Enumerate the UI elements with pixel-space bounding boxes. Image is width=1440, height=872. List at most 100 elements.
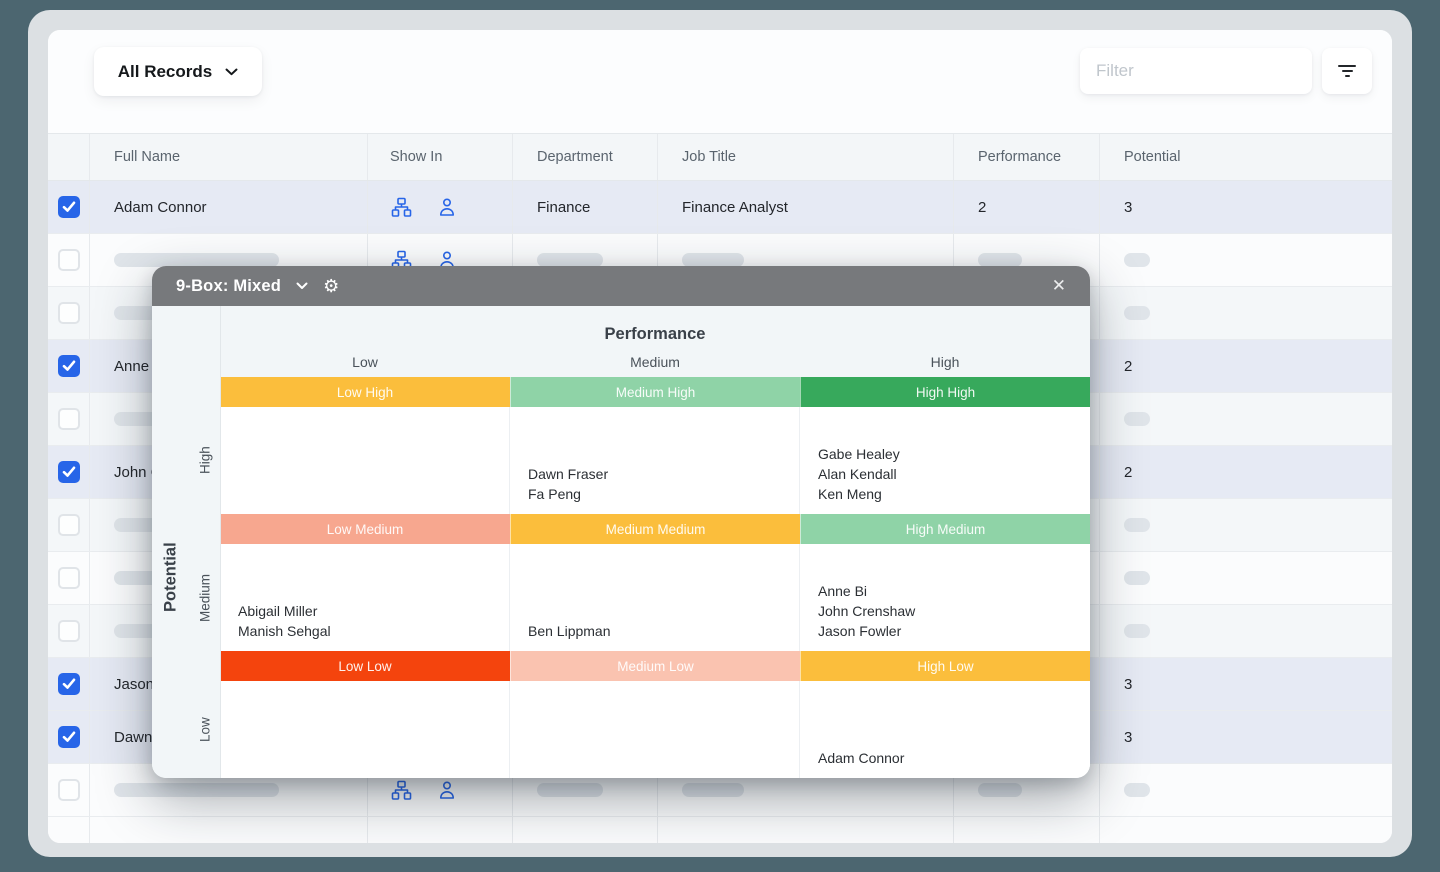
ninebox-body: Performance Low Medium High Potential Hi… bbox=[152, 306, 1090, 778]
y-axis-label-high: High bbox=[190, 407, 220, 514]
ninebox-band: Medium Medium bbox=[510, 514, 800, 544]
skeleton-bar bbox=[1124, 253, 1150, 267]
employee-name[interactable]: Ken Meng bbox=[818, 487, 1090, 501]
cell-potential bbox=[1100, 234, 1392, 286]
row-checkbox[interactable] bbox=[58, 514, 80, 536]
person-icon[interactable] bbox=[436, 196, 458, 218]
ninebox-band: High Low bbox=[800, 651, 1090, 681]
cell-potential bbox=[1100, 499, 1392, 551]
skeleton-bar bbox=[114, 253, 279, 267]
cell-performance: 2 bbox=[954, 181, 1100, 233]
row-checkbox[interactable] bbox=[58, 302, 80, 324]
y-axis-title: Potential bbox=[152, 377, 190, 778]
records-dropdown[interactable]: All Records bbox=[94, 47, 262, 96]
table-row bbox=[48, 817, 1392, 843]
table-header: Full Name Show In Department Job Title P… bbox=[48, 133, 1392, 181]
column-header-department: Department bbox=[513, 134, 658, 180]
row-checkbox[interactable] bbox=[58, 673, 80, 695]
column-header-potential: Potential bbox=[1100, 134, 1392, 180]
ninebox-cell: Gabe Healey Alan Kendall Ken Meng bbox=[800, 407, 1090, 514]
ninebox-cell: Abigail Miller Manish Sehgal bbox=[220, 544, 510, 651]
y-axis-label-medium: Medium bbox=[190, 544, 220, 651]
ninebox-band: Medium Low bbox=[510, 651, 800, 681]
row-checkbox[interactable] bbox=[58, 408, 80, 430]
employee-name[interactable]: Ben Lippman bbox=[528, 624, 799, 638]
employee-name[interactable]: Jason Fowler bbox=[818, 624, 1090, 638]
ninebox-band: Low Medium bbox=[220, 514, 510, 544]
filter-icon bbox=[1338, 65, 1356, 77]
cell-potential bbox=[1100, 552, 1392, 604]
y-axis-label-low: Low bbox=[190, 681, 220, 778]
skeleton-bar bbox=[1124, 783, 1150, 797]
row-checkbox[interactable] bbox=[58, 461, 80, 483]
employee-name[interactable]: John Crenshaw bbox=[818, 604, 1090, 618]
skeleton-bar bbox=[537, 253, 603, 267]
column-header-job-title: Job Title bbox=[658, 134, 954, 180]
page-background: All Records Full Name Show In Department… bbox=[28, 10, 1412, 857]
org-chart-icon[interactable] bbox=[390, 196, 412, 218]
row-checkbox[interactable] bbox=[58, 620, 80, 642]
ninebox-band: Low High bbox=[220, 377, 510, 407]
org-chart-icon[interactable] bbox=[390, 779, 412, 801]
skeleton-bar bbox=[1124, 624, 1150, 638]
ninebox-cell: Dawn Fraser Fa Peng bbox=[510, 407, 800, 514]
skeleton-bar bbox=[978, 783, 1022, 797]
skeleton-bar bbox=[978, 253, 1022, 267]
row-checkbox[interactable] bbox=[58, 196, 80, 218]
employee-name[interactable]: Dawn Fraser bbox=[528, 467, 799, 481]
x-axis-label-high: High bbox=[800, 346, 1090, 377]
cell-potential bbox=[1100, 287, 1392, 339]
ninebox-cell bbox=[510, 681, 800, 778]
ninebox-view-chevron-down-icon[interactable] bbox=[296, 282, 308, 290]
ninebox-modal-header: 9-Box: Mixed ⚙ ✕ bbox=[152, 266, 1090, 306]
cell-show-in bbox=[368, 181, 513, 233]
skeleton-bar bbox=[1124, 571, 1150, 585]
column-header-performance: Performance bbox=[954, 134, 1100, 180]
cell-potential: 3 bbox=[1100, 711, 1392, 763]
table-row: Adam Connor Finance Finance Analyst 2 3 bbox=[48, 181, 1392, 234]
person-icon[interactable] bbox=[436, 779, 458, 801]
filter-button[interactable] bbox=[1322, 48, 1372, 94]
ninebox-cell: Anne Bi John Crenshaw Jason Fowler bbox=[800, 544, 1090, 651]
skeleton-bar bbox=[1124, 306, 1150, 320]
skeleton-bar bbox=[537, 783, 603, 797]
cell-potential: 3 bbox=[1100, 658, 1392, 710]
records-dropdown-label: All Records bbox=[118, 62, 212, 82]
employee-name[interactable]: Fa Peng bbox=[528, 487, 799, 501]
close-icon[interactable]: ✕ bbox=[1052, 276, 1066, 296]
x-axis-label-low: Low bbox=[220, 346, 510, 377]
row-checkbox[interactable] bbox=[58, 355, 80, 377]
column-header-show-in: Show In bbox=[368, 134, 513, 180]
cell-potential bbox=[1100, 393, 1392, 445]
employee-name[interactable]: Alan Kendall bbox=[818, 467, 1090, 481]
cell-potential: 2 bbox=[1100, 340, 1392, 392]
row-checkbox[interactable] bbox=[58, 567, 80, 589]
axis-divider bbox=[220, 306, 221, 778]
ninebox-cell: Adam Connor bbox=[800, 681, 1090, 778]
settings-gear-icon[interactable]: ⚙ bbox=[323, 277, 339, 295]
cell-full-name bbox=[90, 817, 368, 843]
row-checkbox[interactable] bbox=[58, 249, 80, 271]
ninebox-cell bbox=[220, 681, 510, 778]
row-checkbox[interactable] bbox=[58, 779, 80, 801]
cell-potential bbox=[1100, 817, 1392, 843]
employee-name[interactable]: Abigail Miller bbox=[238, 604, 509, 618]
employee-name[interactable]: Manish Sehgal bbox=[238, 624, 509, 638]
ninebox-modal: 9-Box: Mixed ⚙ ✕ Performance Low Medium … bbox=[152, 266, 1090, 778]
skeleton-bar bbox=[682, 253, 744, 267]
skeleton-bar bbox=[114, 783, 279, 797]
chevron-down-icon bbox=[225, 68, 238, 76]
ninebox-cell: Ben Lippman bbox=[510, 544, 800, 651]
x-axis-label-medium: Medium bbox=[510, 346, 800, 377]
employee-name[interactable]: Gabe Healey bbox=[818, 447, 1090, 461]
cell-potential bbox=[1100, 605, 1392, 657]
cell-potential bbox=[1100, 764, 1392, 816]
ninebox-band: Low Low bbox=[220, 651, 510, 681]
skeleton-bar bbox=[1124, 412, 1150, 426]
filter-input[interactable] bbox=[1080, 48, 1312, 94]
row-checkbox[interactable] bbox=[58, 726, 80, 748]
employee-name[interactable]: Anne Bi bbox=[818, 584, 1090, 598]
employee-name[interactable]: Adam Connor bbox=[818, 751, 1090, 765]
skeleton-bar bbox=[682, 783, 744, 797]
cell-potential: 3 bbox=[1100, 181, 1392, 233]
